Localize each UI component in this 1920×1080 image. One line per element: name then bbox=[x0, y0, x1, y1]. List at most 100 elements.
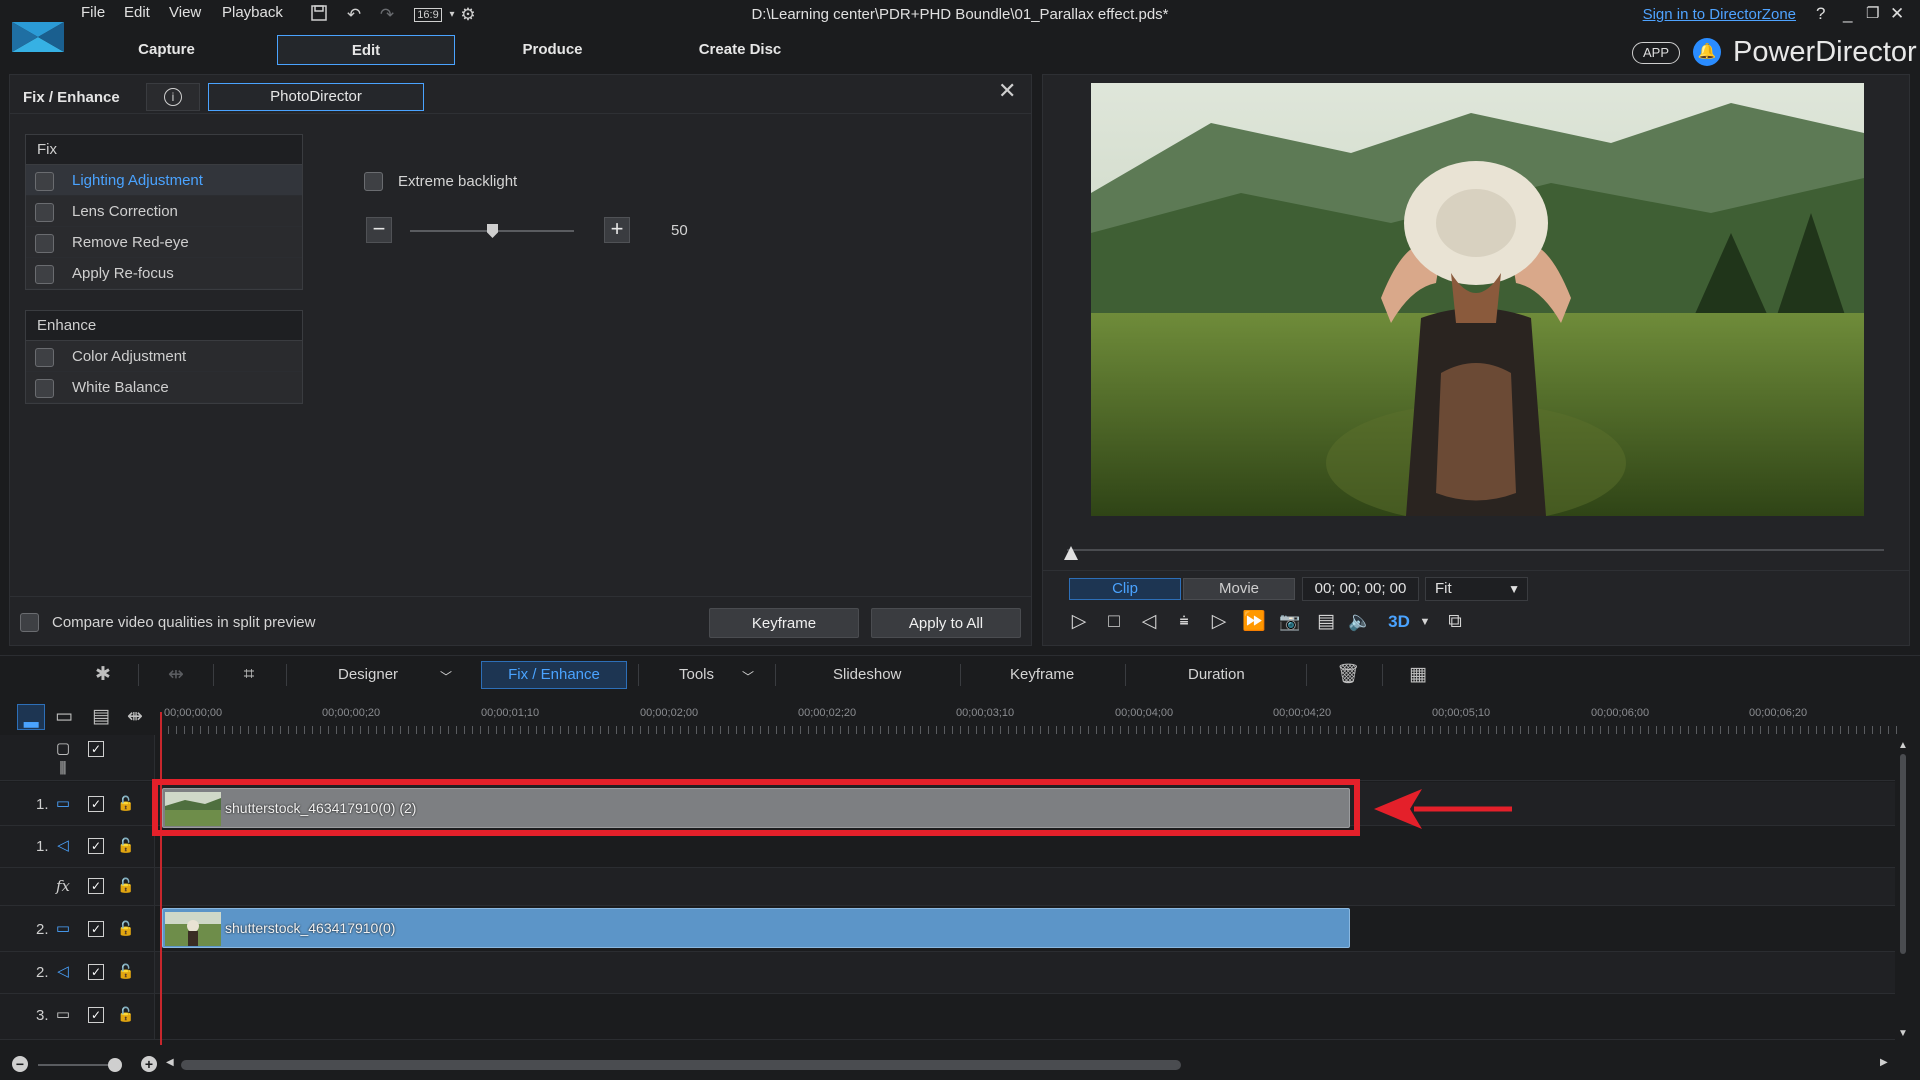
fit-timeline-icon[interactable]: ⇼ bbox=[122, 704, 148, 730]
tab-edit[interactable]: Edit bbox=[277, 35, 455, 65]
tools-menu[interactable]: Tools bbox=[679, 666, 714, 683]
keyframe-button[interactable]: Keyframe bbox=[709, 608, 859, 638]
increase-button[interactable]: + bbox=[604, 217, 630, 243]
keyframe-toolbar-button[interactable]: Keyframe bbox=[1010, 666, 1074, 683]
info-button[interactable]: i bbox=[146, 83, 200, 111]
3d-dropdown-icon[interactable]: ▼ bbox=[1412, 609, 1438, 635]
3d-mode-icon[interactable]: 3D bbox=[1386, 609, 1412, 635]
close-window-icon[interactable]: ✕ bbox=[1890, 4, 1904, 24]
fast-forward-icon[interactable]: ⏩ bbox=[1241, 609, 1267, 635]
track-enable-checkbox[interactable]: ✓ bbox=[88, 878, 104, 894]
checkbox[interactable] bbox=[35, 234, 54, 253]
scroll-right-icon[interactable]: ▶ bbox=[1880, 1057, 1888, 1068]
subtitles-icon[interactable]: ▤ bbox=[1313, 609, 1339, 635]
video-clip[interactable]: shutterstock_463417910(0) bbox=[162, 908, 1350, 948]
movie-mode-tab[interactable]: Movie bbox=[1183, 578, 1295, 600]
trash-icon[interactable]: 🗑 bbox=[1335, 662, 1361, 688]
more-features-icon[interactable]: ▦ bbox=[1405, 662, 1431, 688]
previous-frame-icon[interactable]: ◁ bbox=[1136, 609, 1162, 635]
fix-item-apply-re-focus[interactable]: Apply Re-focus bbox=[26, 258, 302, 289]
notification-bell-icon[interactable]: 🔔 bbox=[1693, 38, 1721, 66]
track-lock-icon[interactable]: 🔓 bbox=[117, 920, 134, 937]
magic-tools-icon[interactable]: ✱ bbox=[90, 662, 116, 688]
scroll-left-icon[interactable]: ◀ bbox=[166, 1057, 174, 1068]
tab-create-disc[interactable]: Create Disc bbox=[670, 35, 810, 65]
tab-capture[interactable]: Capture bbox=[100, 35, 233, 65]
signin-link[interactable]: Sign in to DirectorZone bbox=[1643, 6, 1796, 23]
track-lock-icon[interactable]: 🔓 bbox=[117, 795, 134, 812]
next-frame-icon[interactable]: ▷ bbox=[1206, 609, 1232, 635]
fix-item-remove-red-eye[interactable]: Remove Red-eye bbox=[26, 227, 302, 258]
slideshow-button[interactable]: Slideshow bbox=[833, 666, 901, 683]
timeline-vertical-scrollbar[interactable]: ▲ ▼ bbox=[1898, 740, 1908, 1040]
enhance-item-white-balance[interactable]: White Balance bbox=[26, 372, 302, 403]
clip-mode-tab[interactable]: Clip bbox=[1069, 578, 1181, 600]
duration-button[interactable]: Duration bbox=[1188, 666, 1245, 683]
enhance-item-color-adjustment[interactable]: Color Adjustment bbox=[26, 341, 302, 372]
minimize-icon[interactable]: _ bbox=[1843, 4, 1852, 24]
fix-enhance-toolbar-button[interactable]: Fix / Enhance bbox=[481, 661, 627, 689]
track-display-icon[interactable]: ▢ bbox=[53, 740, 73, 758]
designer-menu[interactable]: Designer bbox=[338, 666, 398, 683]
zoom-out-icon[interactable]: − bbox=[12, 1056, 28, 1072]
track-lock-icon[interactable]: 🔓 bbox=[117, 837, 134, 854]
snapshot-camera-icon[interactable]: 📷 bbox=[1277, 609, 1303, 635]
track-lock-icon[interactable]: 🔓 bbox=[117, 1006, 134, 1023]
fix-item-label: Apply Re-focus bbox=[72, 265, 174, 282]
apply-to-all-button[interactable]: Apply to All bbox=[871, 608, 1021, 638]
scroll-up-icon[interactable]: ▲ bbox=[1898, 740, 1908, 751]
play-icon[interactable]: ▷ bbox=[1066, 609, 1092, 635]
track-enable-checkbox[interactable]: ✓ bbox=[88, 1007, 104, 1023]
chevron-down-icon[interactable]: ﹀ bbox=[742, 668, 754, 685]
zoom-in-icon[interactable]: + bbox=[141, 1056, 157, 1072]
decrease-button[interactable]: − bbox=[366, 217, 392, 243]
stop-icon[interactable]: □ bbox=[1101, 609, 1127, 635]
fix-item-label: Lighting Adjustment bbox=[72, 172, 203, 189]
track-enable-checkbox[interactable]: ✓ bbox=[88, 838, 104, 854]
split-clip-icon[interactable]: ⇹ bbox=[163, 662, 189, 688]
fix-item-lens-correction[interactable]: Lens Correction bbox=[26, 196, 302, 227]
audio-waveform-icon[interactable]: ⫼ bbox=[53, 760, 73, 778]
track-lock-icon[interactable]: 🔓 bbox=[117, 877, 134, 894]
checkbox[interactable] bbox=[35, 265, 54, 284]
track-enable-checkbox[interactable]: ✓ bbox=[88, 964, 104, 980]
crop-icon[interactable]: ⌗ bbox=[236, 662, 262, 688]
chevron-down-icon[interactable]: ﹀ bbox=[440, 668, 452, 685]
horizontal-scroll-thumb[interactable] bbox=[181, 1060, 1181, 1070]
enhance-group-header: Enhance bbox=[26, 311, 302, 341]
track-lock-icon[interactable]: 🔓 bbox=[117, 963, 134, 980]
scroll-thumb[interactable] bbox=[1900, 754, 1906, 954]
enhance-group: Enhance Color Adjustment White Balance bbox=[25, 310, 303, 404]
volume-icon[interactable]: 🔈 bbox=[1347, 609, 1373, 635]
track-enable-checkbox[interactable]: ✓ bbox=[88, 796, 104, 812]
extreme-backlight-checkbox[interactable] bbox=[364, 172, 383, 191]
restore-icon[interactable]: ❐ bbox=[1866, 4, 1879, 22]
timeline-view-icon[interactable]: ▂ bbox=[17, 704, 45, 730]
track-enable-checkbox[interactable]: ✓ bbox=[88, 921, 104, 937]
checkbox[interactable] bbox=[35, 379, 54, 398]
checkbox[interactable] bbox=[35, 348, 54, 367]
checkbox[interactable] bbox=[35, 172, 54, 191]
external-display-icon[interactable]: ⧉ bbox=[1442, 609, 1468, 635]
ruler-tick-label: 00;00;01;10 bbox=[481, 707, 540, 719]
zoom-slider-track[interactable] bbox=[38, 1064, 118, 1066]
fix-item-lighting-adjustment[interactable]: Lighting Adjustment bbox=[26, 165, 302, 196]
scroll-down-icon[interactable]: ▼ bbox=[1898, 1028, 1908, 1039]
annotation-highlight-box bbox=[152, 779, 1360, 836]
preview-scrub-bar[interactable] bbox=[1067, 549, 1884, 551]
zoom-fit-dropdown[interactable]: Fit ▼ bbox=[1425, 577, 1528, 601]
split-icon[interactable]: ⩧ bbox=[1171, 609, 1197, 635]
photodirector-button[interactable]: PhotoDirector bbox=[208, 83, 424, 111]
timecode-display[interactable]: 00; 00; 00; 00 bbox=[1302, 577, 1419, 601]
close-panel-icon[interactable]: ✕ bbox=[998, 78, 1016, 104]
storyboard-view-icon[interactable]: ▭ bbox=[51, 704, 77, 730]
checkbox[interactable] bbox=[35, 203, 54, 222]
app-badge[interactable]: APP bbox=[1632, 42, 1680, 64]
tab-produce[interactable]: Produce bbox=[490, 35, 615, 65]
compare-checkbox[interactable] bbox=[20, 613, 39, 632]
help-icon[interactable]: ? bbox=[1816, 4, 1825, 24]
timeline-playhead[interactable] bbox=[160, 712, 162, 1045]
zoom-slider-thumb[interactable] bbox=[108, 1058, 122, 1072]
track-manager-icon[interactable]: ▤ bbox=[88, 704, 114, 730]
track-enable-checkbox[interactable]: ✓ bbox=[88, 741, 104, 757]
